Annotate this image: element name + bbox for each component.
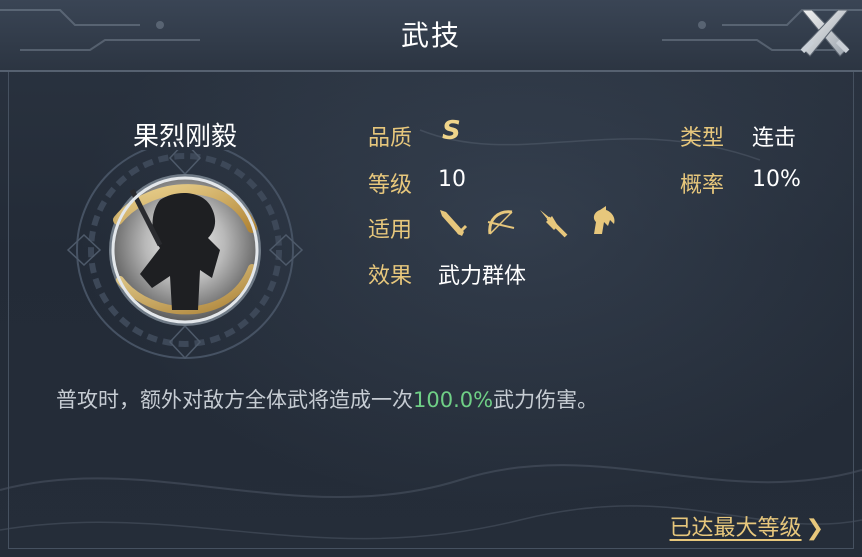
sword-icon [440,210,468,236]
type-value: 连击 [752,126,797,151]
effect-value: 武力群体 [438,264,527,289]
quality-label: 品质 [368,126,413,151]
warrior-portrait [66,140,304,360]
effect-label: 效果 [368,264,413,289]
chance-label: 概率 [680,173,725,198]
description-suffix: 武力伤害。 [493,388,599,412]
dialog-title: 武技 [400,19,461,52]
type-label: 类型 [680,126,725,151]
quality-value: S [442,116,461,146]
max-level-label: 已达最大等级 [669,516,802,541]
max-level-link[interactable]: 已达最大等级 ❯ [670,510,824,542]
close-button[interactable] [796,4,854,62]
description-highlight: 100.0% [413,388,494,412]
close-crossed-swords-icon [800,9,850,57]
spear-icon [540,210,568,238]
header-bar: 武技 [0,0,862,72]
level-label: 等级 [368,173,413,198]
skill-name: 果烈刚毅 [132,122,237,152]
horse-icon [593,206,615,234]
bow-icon [487,210,515,235]
chance-value: 10% [752,167,801,192]
description-prefix: 普攻时，额外对敌方全体武将造成一次 [56,388,413,412]
chevron-right-icon: ❯ [805,516,824,541]
applicable-label: 适用 [368,218,413,243]
level-value: 10 [438,167,466,192]
skill-panel: 武技 果烈刚毅 品质 S 等级 10 适用 效果 武力群体 类型 连击 概率 1… [0,0,862,557]
skill-portrait [40,140,330,360]
skill-description: 普攻时，额外对敌方全体武将造成一次100.0%武力伤害。 [56,384,598,414]
